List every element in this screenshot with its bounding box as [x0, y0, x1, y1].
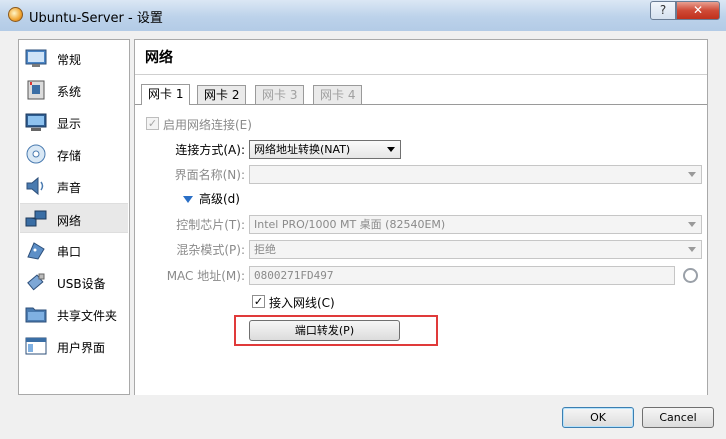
- sidebar-item-serial-port[interactable]: 串口: [20, 235, 128, 265]
- cable-connected-checkbox[interactable]: ✓: [252, 295, 265, 308]
- sidebar-item-general[interactable]: 常规: [20, 43, 128, 73]
- sidebar-item-label: 常规: [57, 53, 82, 67]
- chevron-down-icon: [688, 222, 696, 227]
- network-icon: [25, 210, 47, 227]
- tab-adapter-1[interactable]: 网卡 1: [141, 84, 191, 105]
- chevron-down-icon: [688, 247, 696, 252]
- promiscuous-mode-label: 混杂模式(P):: [176, 243, 245, 257]
- network-settings-panel: 网络 网卡 1 网卡 2 网卡 3 网卡 4 ✓ 启用网络连接(E) 连接方式(…: [134, 39, 708, 395]
- dialog-client-area: 常规 系统 显示 存储 声音 网络 串口 USB设备 共享文件夹 用户界面 网络…: [8, 31, 718, 431]
- adapter-type-label: 控制芯片(T):: [176, 218, 245, 232]
- cancel-button[interactable]: Cancel: [642, 407, 714, 428]
- settings-sidebar: 常规 系统 显示 存储 声音 网络 串口 USB设备 共享文件夹 用户界面: [18, 39, 130, 395]
- enable-adapter-label: 启用网络连接(E): [163, 118, 252, 132]
- sidebar-item-label: 声音: [57, 181, 82, 195]
- refresh-mac-icon: [683, 268, 698, 283]
- sidebar-item-label: 系统: [57, 85, 82, 99]
- advanced-label: 高级(d): [199, 192, 240, 206]
- promiscuous-mode-select: 拒绝: [249, 240, 702, 259]
- sidebar-item-network[interactable]: 网络: [20, 203, 128, 233]
- help-button[interactable]: ?: [650, 1, 676, 20]
- chevron-down-icon: [688, 172, 696, 177]
- user-interface-icon: [25, 337, 47, 355]
- shared-folder-icon: [25, 307, 47, 323]
- adapter-type-select: Intel PRO/1000 MT 桌面 (82540EM): [249, 215, 702, 234]
- page-title: 网络: [145, 50, 173, 66]
- serial-port-icon: [27, 242, 45, 260]
- storage-icon: [26, 144, 46, 164]
- port-forwarding-button[interactable]: 端口转发(P): [249, 320, 400, 341]
- close-button[interactable]: ✕: [676, 1, 720, 20]
- chevron-down-icon: [387, 147, 395, 152]
- tab-adapter-2[interactable]: 网卡 2: [197, 85, 247, 104]
- attached-to-select[interactable]: 网络地址转换(NAT): [249, 140, 401, 159]
- display-icon: [25, 113, 47, 131]
- sidebar-item-user-interface[interactable]: 用户界面: [20, 331, 128, 361]
- attached-to-value: 网络地址转换(NAT): [254, 143, 351, 156]
- sidebar-item-usb[interactable]: USB设备: [20, 267, 128, 297]
- adapter-name-select: [249, 165, 702, 184]
- title-divider: [135, 74, 707, 75]
- sidebar-item-shared-folders[interactable]: 共享文件夹: [20, 299, 128, 329]
- settings-window: Ubuntu-Server - 设置 ? ✕ 常规 系统 显示 存储 声音 网络…: [0, 0, 726, 439]
- ok-button[interactable]: OK: [562, 407, 634, 428]
- audio-icon: [26, 176, 44, 196]
- sidebar-item-label: 网络: [57, 214, 82, 228]
- sidebar-item-label: USB设备: [57, 277, 106, 291]
- sidebar-item-storage[interactable]: 存储: [20, 139, 128, 169]
- advanced-toggle[interactable]: 高级(d): [183, 190, 240, 207]
- virtualbox-app-icon: [8, 7, 23, 22]
- cable-connected-label: 接入网线(C): [269, 296, 335, 310]
- expand-triangle-icon: [183, 196, 193, 203]
- enable-adapter-checkbox: ✓: [146, 117, 159, 130]
- adapter-type-value: Intel PRO/1000 MT 桌面 (82540EM): [254, 218, 446, 231]
- sidebar-item-label: 共享文件夹: [57, 309, 118, 323]
- usb-icon: [27, 273, 45, 291]
- sidebar-item-label: 用户界面: [57, 341, 106, 355]
- sidebar-item-label: 串口: [57, 245, 82, 259]
- attached-to-label: 连接方式(A):: [175, 143, 245, 157]
- adapter-tab-panel: ✓ 启用网络连接(E) 连接方式(A): 网络地址转换(NAT) 界面名称(N)…: [135, 104, 707, 395]
- tab-adapter-3: 网卡 3: [255, 85, 305, 104]
- window-title: Ubuntu-Server - 设置: [29, 11, 163, 26]
- adapter-name-label: 界面名称(N):: [174, 168, 245, 182]
- system-icon: [27, 80, 45, 100]
- title-bar[interactable]: Ubuntu-Server - 设置 ? ✕: [0, 0, 726, 31]
- mac-address-field: 0800271FD497: [249, 266, 675, 285]
- sidebar-item-audio[interactable]: 声音: [20, 171, 128, 201]
- sidebar-item-display[interactable]: 显示: [20, 107, 128, 137]
- promiscuous-mode-value: 拒绝: [254, 243, 276, 256]
- sidebar-item-label: 存储: [57, 149, 82, 163]
- mac-address-label: MAC 地址(M):: [166, 269, 245, 283]
- tab-adapter-4: 网卡 4: [313, 85, 363, 104]
- sidebar-item-system[interactable]: 系统: [20, 75, 128, 105]
- general-icon: [25, 49, 47, 67]
- sidebar-item-label: 显示: [57, 117, 82, 131]
